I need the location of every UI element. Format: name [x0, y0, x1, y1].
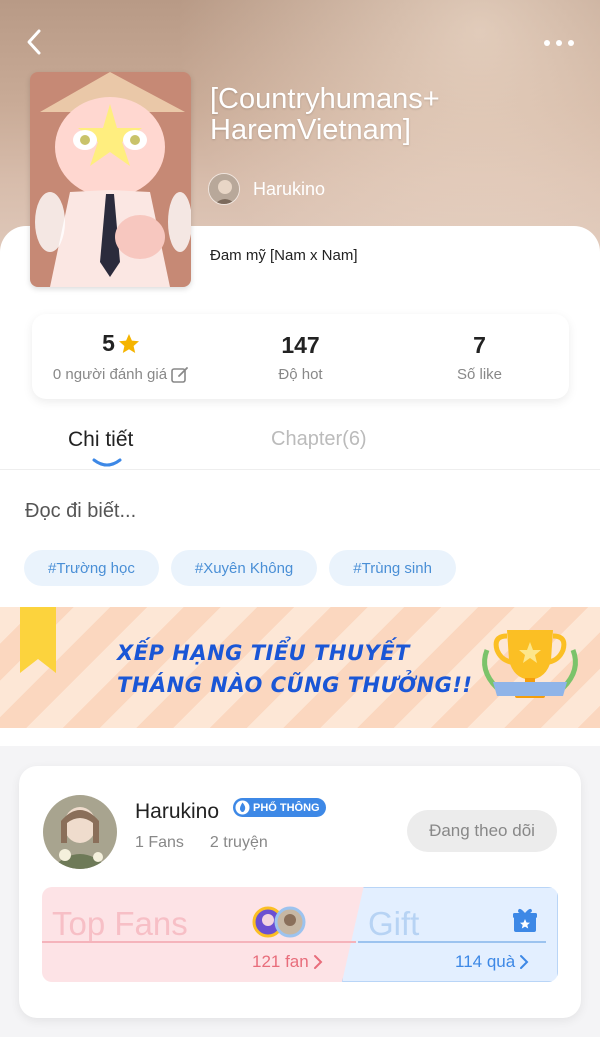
- rating-stat[interactable]: 5 0 người đánh giá: [32, 314, 211, 399]
- likes-label: Số like: [456, 366, 503, 383]
- flame-icon: [235, 800, 250, 815]
- book-title: [Countryhumans+ HaremVietnam]: [210, 83, 440, 146]
- tag-chip[interactable]: #Xuyên Không: [170, 550, 318, 586]
- author-card: Harukino PHỔ THÔNG 1 Fans 2 truyện Đang …: [19, 766, 581, 1018]
- likes-value: 7: [473, 331, 486, 358]
- rating-label: 0 người đánh giá: [52, 366, 168, 383]
- hot-label: Độ hot: [278, 366, 323, 383]
- top-fans-title: Top Fans: [52, 905, 188, 942]
- author-stories-count: 2 truyện: [209, 834, 268, 851]
- trophy-icon: [482, 630, 578, 698]
- tab-detail[interactable]: Chi tiết: [68, 428, 133, 452]
- bookmark-ribbon-icon: [20, 607, 56, 673]
- author-name: Harukino: [253, 178, 326, 199]
- edit-icon[interactable]: [170, 365, 190, 385]
- author-level-badge: PHỔ THÔNG: [233, 798, 326, 817]
- hot-value: 147: [281, 331, 320, 358]
- gift-count: 114 quà: [455, 952, 516, 971]
- more-dots-icon: [544, 40, 550, 46]
- gift-icon: [513, 908, 537, 932]
- chevron-right-icon: [520, 955, 529, 969]
- hot-stat: 147 Độ hot: [211, 314, 390, 399]
- following-button[interactable]: Đang theo dõi: [407, 810, 557, 852]
- likes-stat: 7 Số like: [390, 314, 569, 399]
- author-card-avatar[interactable]: [43, 795, 117, 869]
- author-fans-count: 1 Fans: [135, 834, 184, 851]
- more-options-button[interactable]: [544, 36, 578, 50]
- active-tab-indicator: [92, 458, 122, 467]
- back-button[interactable]: [22, 28, 48, 56]
- author-level-text: PHỔ THÔNG: [253, 801, 320, 814]
- star-icon: [118, 333, 139, 353]
- gift-title: Gift: [368, 905, 420, 942]
- book-description: Đọc đi biết...: [25, 500, 137, 522]
- author-link[interactable]: Harukino: [208, 173, 325, 205]
- fans-gift-panel: Top Fans 121 fan Gift 114 quà: [42, 887, 558, 982]
- rating-value: 5: [102, 330, 115, 356]
- top-fan-avatars: [252, 906, 306, 938]
- top-fans-count: 121 fan: [252, 952, 309, 971]
- tag-chip[interactable]: #Trùng sinh: [329, 550, 456, 586]
- book-cover: [30, 72, 191, 287]
- chevron-right-icon: [313, 955, 323, 969]
- author-card-name[interactable]: Harukino: [135, 800, 219, 824]
- chevron-left-icon: [27, 29, 41, 55]
- banner-line-2: THÁNG NÀO CŨNG THƯỞNG!!: [117, 673, 473, 697]
- author-avatar: [208, 173, 240, 205]
- tab-bar: Chi tiết Chapter(6): [0, 420, 600, 470]
- banner-line-1: XẾP HẠNG TIỂU THUYẾT: [117, 641, 410, 665]
- tag-list: #Trường học #Xuyên Không #Trùng sinh: [24, 550, 456, 586]
- book-genre: Đam mỹ [Nam x Nam]: [210, 247, 358, 264]
- tab-chapters[interactable]: Chapter(6): [271, 428, 367, 451]
- stats-card: 5 0 người đánh giá 147 Độ hot 7 Số like: [32, 314, 569, 399]
- tag-chip[interactable]: #Trường học: [24, 550, 159, 586]
